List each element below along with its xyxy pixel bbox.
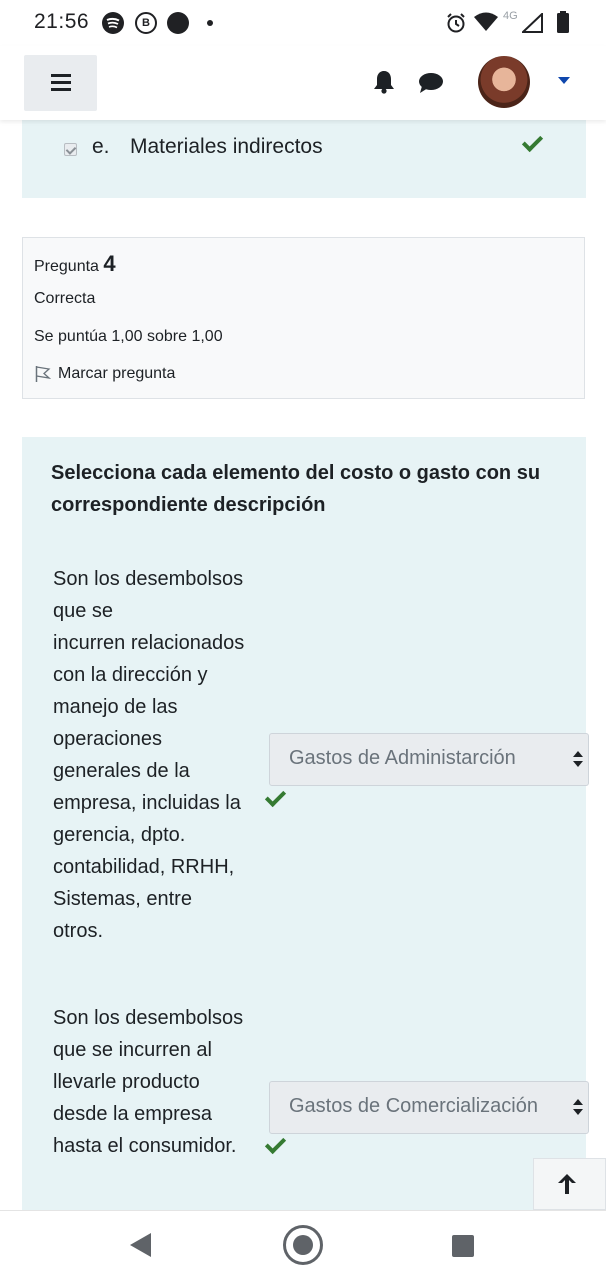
select-value: Gastos de Comercialización <box>289 1095 538 1117</box>
correct-check-icon <box>264 1132 287 1155</box>
back-icon[interactable] <box>130 1233 151 1257</box>
question-text: Selecciona cada elemento del costo o gas… <box>51 462 541 516</box>
answer-select-1[interactable]: Gastos de Administarción <box>269 733 589 786</box>
item-description: Son los desembolsos que se incurren al l… <box>53 1007 244 1157</box>
battery-icon <box>556 11 570 38</box>
menu-icon-bar <box>51 74 71 77</box>
b-badge-icon: B <box>135 12 157 34</box>
back-to-top-button[interactable] <box>533 1158 606 1210</box>
bell-icon[interactable] <box>373 70 395 99</box>
option-text: Materiales indirectos <box>130 135 323 158</box>
avatar[interactable] <box>478 56 530 108</box>
previous-answer-panel: e. Materiales indirectos <box>22 120 586 198</box>
correct-check-icon <box>521 130 544 153</box>
answer-checkbox[interactable] <box>64 143 77 156</box>
correct-check-icon <box>264 785 287 808</box>
question-content: Selecciona cada elemento del costo o gas… <box>22 437 589 1212</box>
menu-icon-bar <box>51 88 71 91</box>
home-icon[interactable] <box>283 1225 323 1265</box>
flag-icon[interactable] <box>35 365 52 383</box>
wifi-icon <box>474 12 498 37</box>
recents-icon[interactable] <box>452 1235 474 1257</box>
question-number: Pregunta 4 <box>34 251 116 277</box>
status-time: 21:56 <box>34 10 90 33</box>
question-label: Pregunta <box>34 258 99 275</box>
signal-icon <box>520 11 544 38</box>
top-navbar <box>0 46 606 120</box>
network-type: 4G <box>503 10 518 22</box>
menu-icon-bar <box>51 81 71 84</box>
menu-button[interactable] <box>24 55 97 111</box>
arrow-up-icon <box>556 1172 578 1201</box>
item-description: Son los desembolsos que se incurren rela… <box>53 568 245 942</box>
notification-dot-icon <box>207 20 213 26</box>
chat-icon[interactable] <box>418 72 444 99</box>
select-value: Gastos de Administarción <box>289 747 516 769</box>
flag-question-link[interactable]: Marcar pregunta <box>58 365 175 383</box>
status-bar: 21:56 B 4G <box>0 0 606 46</box>
question-grade: Se puntúa 1,00 sobre 1,00 <box>34 328 223 345</box>
question-number-value: 4 <box>103 251 116 276</box>
select-arrows-icon <box>572 751 584 769</box>
alarm-icon <box>445 12 467 39</box>
caret-down-icon[interactable] <box>558 77 570 84</box>
question-state: Correcta <box>34 290 96 307</box>
answer-select-2[interactable]: Gastos de Comercialización <box>269 1081 589 1134</box>
spotify-icon <box>102 12 124 34</box>
system-navigation-bar <box>0 1210 606 1280</box>
black-circle-icon <box>167 12 189 34</box>
option-letter: e. <box>92 135 110 158</box>
question-info: Pregunta 4 Correcta Se puntúa 1,00 sobre… <box>22 237 585 399</box>
select-arrows-icon <box>572 1099 584 1117</box>
